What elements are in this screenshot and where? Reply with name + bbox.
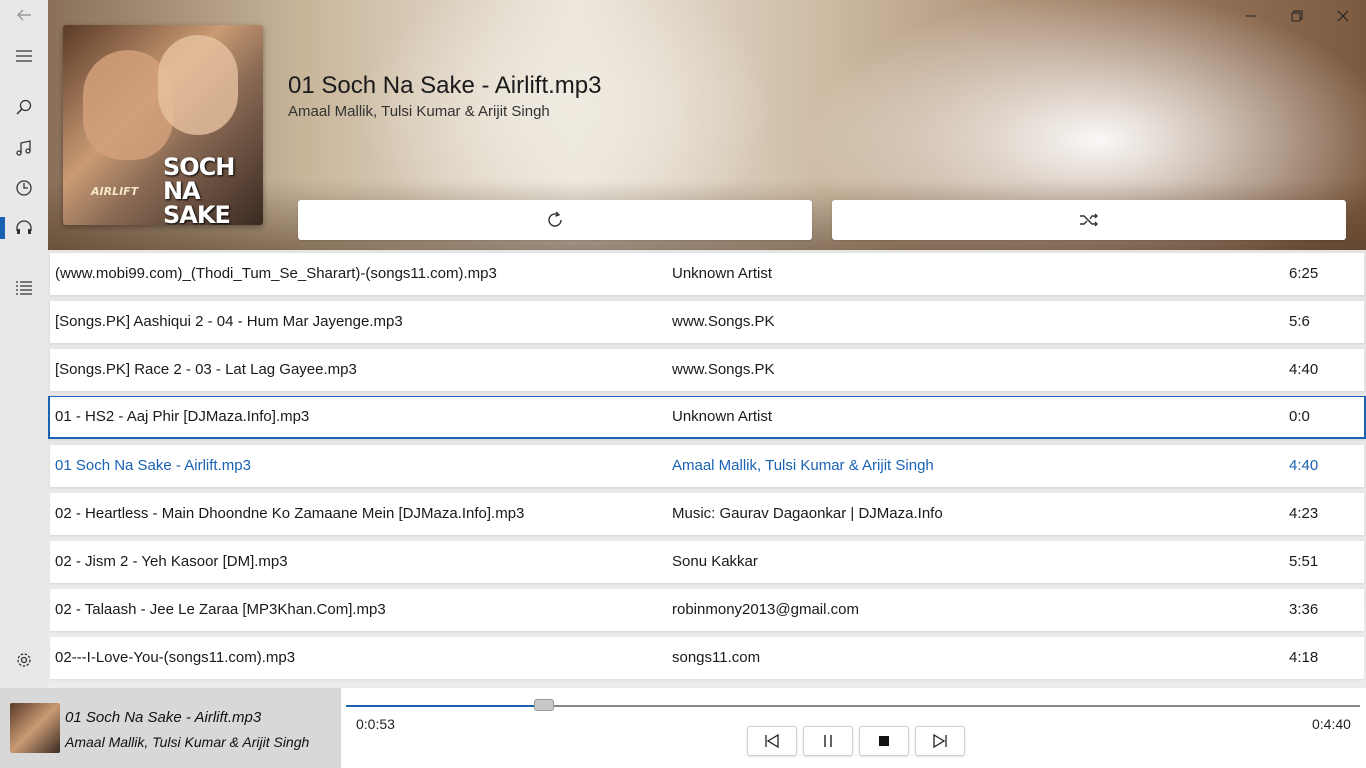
menu-button[interactable] (0, 36, 48, 76)
next-button[interactable] (915, 726, 965, 756)
song-row-artist: robinmony2013@gmail.com (672, 601, 859, 618)
close-button[interactable] (1320, 4, 1366, 28)
song-row-duration: 4:18 (1289, 649, 1319, 666)
song-row-title: [Songs.PK] Race 2 - 03 - Lat Lag Gayee.m… (55, 361, 357, 378)
seek-bar[interactable] (346, 699, 1360, 711)
minimize-button[interactable] (1228, 4, 1274, 28)
stop-icon (879, 736, 889, 746)
total-time: 0:4:40 (1312, 716, 1351, 732)
recent-button[interactable] (0, 168, 48, 208)
shuffle-button[interactable] (832, 200, 1346, 240)
song-row-selected[interactable]: 01 - HS2 - Aaj Phir [DJMaza.Info].mp3 Un… (48, 396, 1366, 439)
album-art-small-text: AIRLIFT (91, 185, 139, 198)
song-row-artist: www.Songs.PK (672, 361, 775, 378)
close-icon (1337, 10, 1349, 22)
song-row[interactable]: 02 - Jism 2 - Yeh Kasoor [DM].mp3 Sonu K… (50, 541, 1364, 583)
pause-icon (824, 735, 832, 747)
next-icon (933, 733, 947, 749)
nav-rail (0, 0, 48, 688)
song-row-duration: 5:51 (1289, 553, 1319, 570)
song-row-title: 02---I-Love-You-(songs11.com).mp3 (55, 649, 296, 666)
now-playing-header: AIRLIFT SOCH NA SAKE 01 Soch Na Sake - A… (48, 0, 1366, 250)
playlist-button[interactable] (0, 267, 48, 307)
song-row-title: [Songs.PK] Aashiqui 2 - 04 - Hum Mar Jay… (55, 313, 403, 330)
music-button[interactable] (0, 128, 48, 168)
back-button[interactable] (0, 0, 48, 35)
search-icon (16, 99, 32, 115)
player-bar: 01 Soch Na Sake - Airlift.mp3 Amaal Mall… (0, 688, 1366, 768)
hamburger-icon (16, 50, 32, 62)
seek-progress (346, 705, 544, 707)
song-row-duration: 4:40 (1289, 361, 1319, 378)
song-row[interactable]: [Songs.PK] Race 2 - 03 - Lat Lag Gayee.m… (50, 349, 1364, 391)
pause-button[interactable] (803, 726, 853, 756)
minimize-icon (1246, 15, 1256, 17)
song-artist: Amaal Mallik, Tulsi Kumar & Arijit Singh (288, 103, 550, 120)
song-row-duration: 4:40 (1289, 457, 1319, 474)
list-icon (16, 281, 32, 295)
song-row-duration: 4:23 (1289, 505, 1319, 522)
song-row-artist: Sonu Kakkar (672, 553, 758, 570)
gear-icon (17, 653, 31, 667)
song-row[interactable]: (www.mobi99.com)_(Thodi_Tum_Se_Sharart)-… (50, 253, 1364, 295)
song-row-artist: www.Songs.PK (672, 313, 775, 330)
settings-button[interactable] (0, 640, 48, 680)
current-time: 0:0:53 (356, 716, 395, 732)
song-row-duration: 5:6 (1289, 313, 1310, 330)
restore-icon (1291, 10, 1303, 22)
song-row-title: 01 - HS2 - Aaj Phir [DJMaza.Info].mp3 (55, 408, 310, 425)
song-row-playing[interactable]: 01 Soch Na Sake - Airlift.mp3 Amaal Mall… (50, 445, 1364, 487)
song-row-duration: 6:25 (1289, 265, 1319, 282)
song-row-artist: Music: Gaurav Dagaonkar | DJMaza.Info (672, 505, 943, 522)
song-title: 01 Soch Na Sake - Airlift.mp3 (288, 72, 602, 99)
song-row-artist: Unknown Artist (672, 265, 773, 282)
song-row-artist: Amaal Mallik, Tulsi Kumar & Arijit Singh (672, 457, 934, 474)
now-playing-artist: Amaal Mallik, Tulsi Kumar & Arijit Singh (65, 734, 310, 750)
now-playing-panel[interactable]: 01 Soch Na Sake - Airlift.mp3 Amaal Mall… (0, 688, 341, 768)
album-art-title: SOCH NA SAKE (163, 153, 235, 225)
previous-button[interactable] (747, 726, 797, 756)
search-button[interactable] (0, 87, 48, 127)
previous-icon (765, 733, 779, 749)
clock-icon (16, 180, 32, 196)
shuffle-icon (1080, 213, 1098, 227)
album-art-figure (158, 35, 238, 135)
seek-thumb[interactable] (533, 699, 554, 711)
song-row[interactable]: 02---I-Love-You-(songs11.com).mp3 songs1… (50, 637, 1364, 679)
song-row-duration: 0:0 (1289, 408, 1310, 425)
music-note-icon (16, 140, 31, 156)
song-row[interactable]: [Songs.PK] Aashiqui 2 - 04 - Hum Mar Jay… (50, 301, 1364, 343)
headphones-icon (16, 220, 32, 234)
stop-button[interactable] (859, 726, 909, 756)
song-row-title: 01 Soch Na Sake - Airlift.mp3 (55, 457, 251, 474)
song-row-title: 02 - Heartless - Main Dhoondne Ko Zamaan… (55, 505, 525, 522)
song-row[interactable]: 02 - Heartless - Main Dhoondne Ko Zamaan… (50, 493, 1364, 535)
now-playing-button[interactable] (0, 208, 48, 248)
now-playing-thumbnail (10, 703, 60, 753)
repeat-icon (548, 211, 562, 227)
song-row-duration: 3:36 (1289, 601, 1319, 618)
maximize-button[interactable] (1274, 4, 1320, 28)
repeat-button[interactable] (298, 200, 812, 240)
now-playing-title: 01 Soch Na Sake - Airlift.mp3 (65, 709, 262, 726)
back-arrow-icon (17, 9, 31, 21)
album-art: AIRLIFT SOCH NA SAKE (63, 25, 263, 225)
song-row-artist: Unknown Artist (672, 408, 773, 425)
song-row-title: 02 - Jism 2 - Yeh Kasoor [DM].mp3 (55, 553, 288, 570)
song-row[interactable]: 02 - Talaash - Jee Le Zaraa [MP3Khan.Com… (50, 589, 1364, 631)
song-row-title: 02 - Talaash - Jee Le Zaraa [MP3Khan.Com… (55, 601, 386, 618)
song-row-artist: songs11.com (672, 649, 761, 666)
song-list: (www.mobi99.com)_(Thodi_Tum_Se_Sharart)-… (48, 250, 1366, 688)
song-row-title: (www.mobi99.com)_(Thodi_Tum_Se_Sharart)-… (55, 265, 497, 282)
